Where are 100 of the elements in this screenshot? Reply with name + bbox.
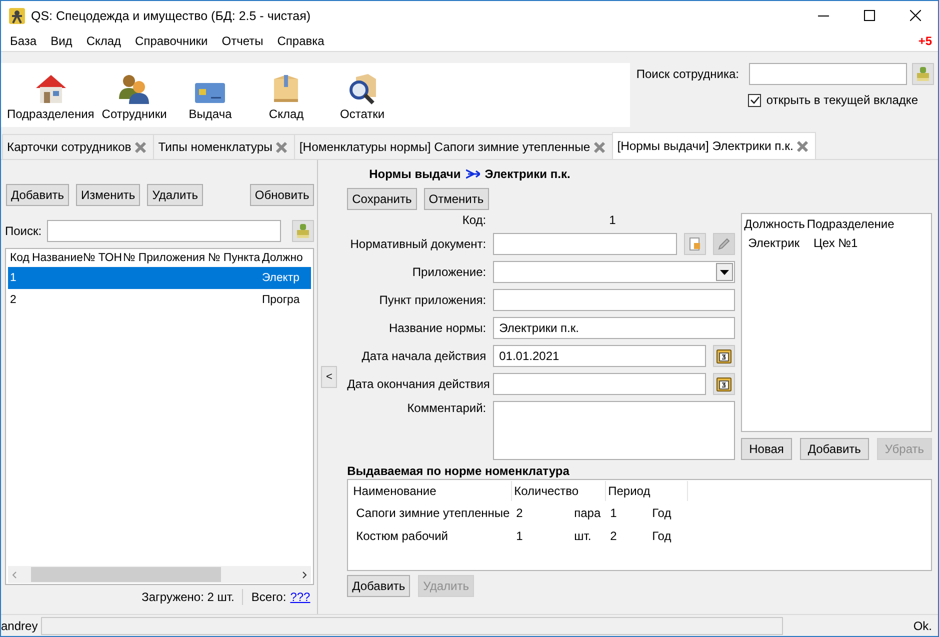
people-icon — [118, 73, 150, 105]
field-label: Нормативный документ: — [349, 237, 486, 251]
column-header[interactable]: № ТОН — [81, 252, 121, 264]
list-button[interactable]: Новая — [741, 438, 792, 460]
tab[interactable]: [Нормы выдачи] Электрики п.к. — [612, 132, 816, 159]
field-label: Название нормы: — [388, 321, 486, 335]
close-icon[interactable] — [796, 140, 810, 152]
table-cell-text: шт. — [573, 528, 592, 542]
pencil-icon — [717, 237, 732, 251]
table-cell: Электрик — [748, 236, 800, 250]
close-icon — [910, 10, 920, 21]
checkbox[interactable] — [748, 94, 762, 106]
loaded-count: Загружено: 2 шт. — [142, 590, 234, 604]
breadcrumb-item: Электрики п.к. — [484, 166, 570, 180]
tab[interactable]: Карточки сотрудников — [2, 134, 154, 159]
column-header[interactable]: Наименование — [351, 481, 512, 501]
employee-search-field[interactable] — [749, 63, 907, 85]
form-button[interactable]: Отменить — [424, 188, 489, 210]
search-field[interactable] — [46, 220, 282, 242]
collapse-button[interactable]: < — [321, 366, 338, 388]
date-field[interactable]: 01.01.2021 — [493, 345, 706, 367]
column-header[interactable]: № Приложения — [121, 252, 206, 264]
menu-item[interactable]: Справочники — [132, 34, 214, 48]
column-header[interactable]: Подразделение — [806, 217, 894, 231]
field-label: Код: — [461, 213, 486, 227]
menu-item[interactable]: Склад — [83, 34, 128, 48]
calendar-button[interactable] — [713, 373, 736, 395]
toolbar-button[interactable]: Подразделения — [5, 73, 96, 121]
table-cell: Цех №1 — [814, 236, 858, 250]
calendar-button[interactable] — [713, 345, 736, 367]
table-cell-text: 1 — [609, 506, 618, 520]
arrow-icon — [466, 168, 480, 178]
table-cell-text: 1 — [515, 528, 524, 542]
clear-button[interactable] — [292, 220, 314, 242]
close-icon[interactable] — [275, 140, 288, 154]
table-cell-text: Програ — [261, 294, 301, 306]
checkbox-label: открыть в текущей вкладке — [766, 93, 918, 107]
column-header[interactable]: Должно — [260, 252, 310, 264]
toolbar-action-button[interactable]: Изменить — [76, 184, 140, 206]
close-icon[interactable] — [593, 140, 606, 154]
edit-document-button[interactable] — [713, 233, 736, 255]
comment-field[interactable] — [493, 401, 736, 460]
column-header[interactable]: Название — [30, 252, 81, 264]
list-button[interactable]: Добавить — [347, 575, 410, 597]
column-header[interactable]: Код — [8, 252, 30, 264]
document-field[interactable] — [493, 233, 678, 255]
field-label: Дата начала действия — [360, 349, 486, 363]
menu-item[interactable]: Вид — [48, 34, 78, 48]
window-title: QS: Спецодежда и имущество (БД: 2.5 - чистая) — [31, 8, 312, 22]
stamp-icon — [916, 66, 930, 82]
column-header[interactable]: Должность — [744, 217, 805, 231]
form-button[interactable]: Сохранить — [347, 188, 417, 210]
field-label: Пункт приложения: — [378, 293, 486, 307]
toolbar-action-button[interactable]: Удалить — [147, 184, 204, 206]
field-label: Комментарий: — [406, 401, 486, 415]
column-header[interactable]: № Пункта — [206, 252, 260, 264]
toolbar-button[interactable]: Остатки — [324, 73, 400, 121]
table-cell-text: 2 — [609, 528, 618, 542]
list-button[interactable]: Добавить — [800, 438, 869, 460]
table-cell-text: Сапоги зимние утепленные — [355, 506, 511, 520]
toolbar-button[interactable]: Склад — [248, 73, 324, 121]
maximize-icon — [864, 10, 874, 21]
close-icon[interactable] — [134, 140, 148, 154]
toolbar-button[interactable]: Сотрудники — [96, 73, 172, 121]
menu-item[interactable]: Отчеты — [218, 34, 270, 48]
column-header[interactable]: Период — [606, 481, 688, 501]
house-icon — [34, 73, 68, 105]
section-title: Выдаваемая по норме номенклатура — [347, 464, 570, 478]
field-label: Приложение: — [411, 265, 486, 279]
card-icon — [194, 81, 226, 105]
calendar-icon — [716, 376, 732, 392]
horizontal-scrollbar[interactable] — [8, 566, 312, 583]
app-icon — [9, 8, 25, 24]
stamp-icon — [296, 223, 310, 239]
clear-button[interactable] — [912, 63, 934, 85]
text-field[interactable]: Электрики п.к. — [493, 317, 736, 339]
scroll-left-icon[interactable] — [11, 570, 19, 578]
table-row[interactable]: 2 Програ — [8, 289, 312, 311]
column-header[interactable]: Количество — [512, 481, 606, 501]
date-field[interactable] — [493, 373, 706, 395]
scroll-right-icon[interactable] — [300, 570, 308, 578]
table-cell-text: Электр — [261, 272, 300, 284]
table-cell-text: Год — [651, 506, 672, 520]
document-icon — [688, 237, 702, 251]
toolbar-action-button[interactable]: Добавить — [6, 184, 70, 206]
field-label: Дата окончания действия — [347, 377, 486, 391]
text-field[interactable] — [493, 289, 736, 311]
breadcrumb-item: Нормы выдачи — [369, 166, 461, 180]
appendix-dropdown[interactable] — [493, 261, 736, 283]
toolbar-button[interactable]: Выдача — [172, 81, 248, 121]
search-label: Поиск сотрудника: — [636, 67, 739, 81]
refresh-button[interactable]: Обновить — [250, 184, 314, 206]
open-document-button[interactable] — [684, 233, 706, 255]
table-cell-text: пара — [573, 506, 602, 520]
total-link[interactable]: ??? — [290, 590, 310, 604]
menu-item[interactable]: Справка — [274, 34, 330, 48]
caret-icon — [720, 270, 730, 274]
menu-item[interactable]: База — [7, 34, 43, 48]
table-row[interactable]: 1 Электр — [8, 267, 312, 289]
notification-count: +5 — [918, 34, 932, 48]
